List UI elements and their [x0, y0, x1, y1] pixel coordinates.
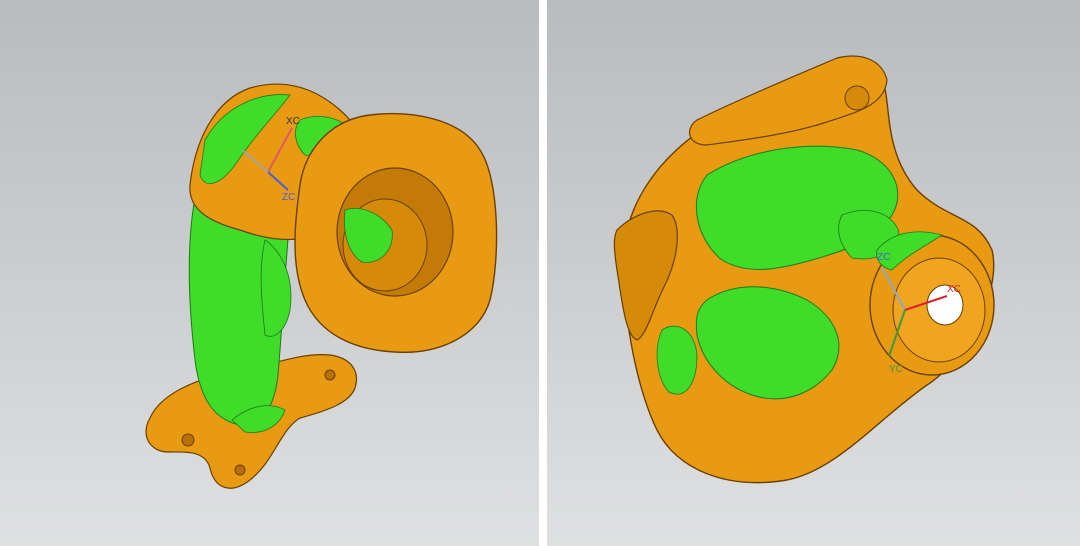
bolt-hole — [234, 464, 246, 476]
axis-label-z: ZC — [282, 192, 295, 203]
bolt-hole — [324, 369, 336, 381]
left-3d-viewport[interactable]: XC ZC — [0, 0, 539, 546]
axis-label-x: XC — [286, 116, 300, 127]
axis-label-x: XC — [947, 284, 961, 295]
right-3d-viewport[interactable]: ZC XC YC — [547, 0, 1080, 546]
axis-label-y: YC — [889, 364, 903, 375]
left-green-region — [656, 325, 698, 395]
viewport-divider[interactable] — [539, 0, 547, 546]
axis-label-z: ZC — [877, 252, 890, 263]
right-part-render: ZC XC YC — [613, 55, 995, 484]
bolt-hole — [181, 433, 195, 447]
bracket-hole — [844, 85, 870, 111]
left-part-render: XC ZC — [145, 83, 498, 489]
